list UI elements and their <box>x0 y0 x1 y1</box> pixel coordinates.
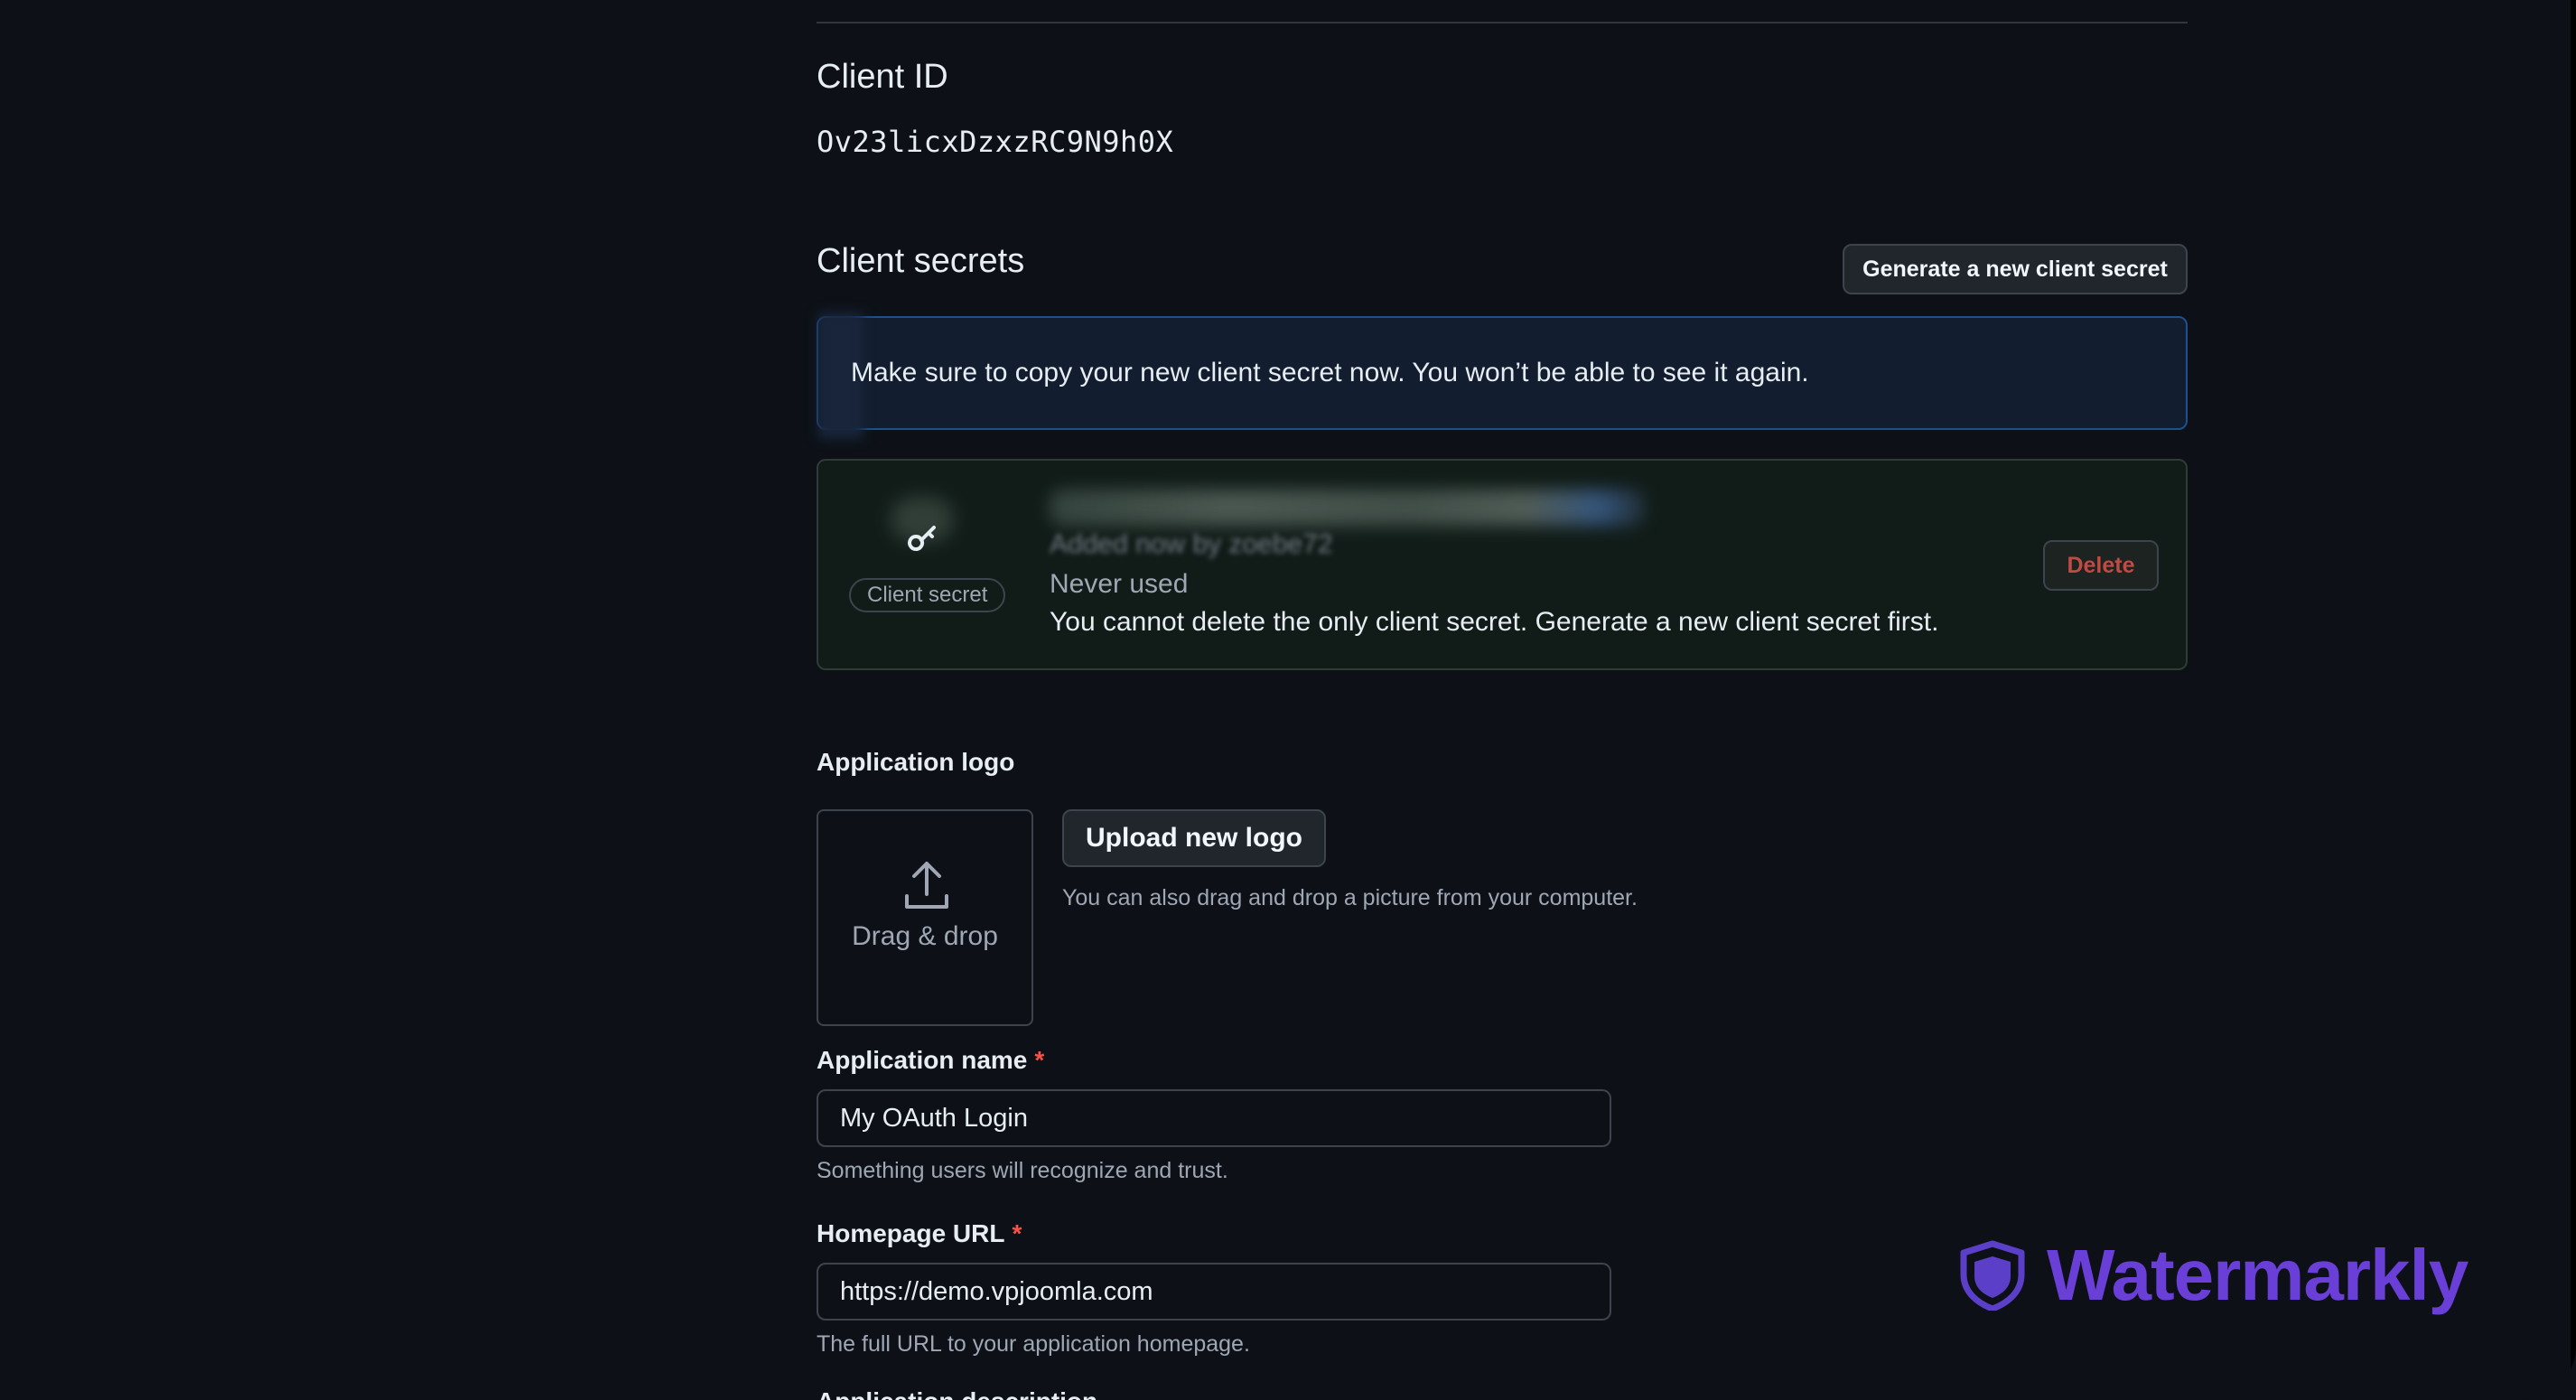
secret-usage: Never used <box>1050 569 1189 599</box>
application-name-label: Application name * <box>817 1046 1044 1075</box>
key-icon <box>908 526 936 551</box>
flash-message: Make sure to copy your new client secret… <box>851 358 1809 387</box>
window-edge <box>2571 0 2576 1400</box>
homepage-url-hint: The full URL to your application homepag… <box>817 1331 1250 1357</box>
homepage-url-label-text: Homepage URL <box>817 1219 1005 1247</box>
application-description-label: Application description <box>817 1387 1097 1400</box>
flash-notice: Make sure to copy your new client secret… <box>817 313 2188 439</box>
watermark-text: Watermarkly <box>2047 1235 2469 1315</box>
homepage-url-input[interactable] <box>817 1263 1611 1321</box>
application-logo-label: Application logo <box>817 748 1015 776</box>
section-divider <box>817 22 2188 23</box>
page: Client ID Ov23licxDzxzRC9N9h0X Client se… <box>0 0 2576 1400</box>
delete-secret-button[interactable]: Delete <box>2043 540 2159 591</box>
client-id-value[interactable]: Ov23licxDzxzRC9N9h0X <box>817 125 1173 159</box>
shield-icon <box>1960 1240 2025 1311</box>
application-name-hint: Something users will recognize and trust… <box>817 1158 1228 1183</box>
secret-delete-warning: You cannot delete the only client secret… <box>1050 607 1939 637</box>
upload-logo-hint: You can also drag and drop a picture fro… <box>1062 885 1638 910</box>
client-secret-badge: Client secret <box>849 578 1006 612</box>
upload-icon <box>905 862 948 909</box>
secret-value-redacted <box>1050 490 1646 526</box>
watermark: Watermarkly <box>1958 1234 2469 1317</box>
homepage-url-label: Homepage URL * <box>817 1219 1022 1248</box>
application-name-label-text: Application name <box>817 1046 1028 1074</box>
client-secret-entry: Client secret Added now by zoebe72 Never… <box>817 459 2188 670</box>
logo-drop-zone[interactable]: Drag & drop <box>817 809 1033 1026</box>
client-id-heading: Client ID <box>817 58 948 96</box>
upload-logo-button[interactable]: Upload new logo <box>1062 809 1326 867</box>
secret-added-text: Added now by zoebe72 <box>1050 529 1333 559</box>
client-secrets-heading: Client secrets <box>817 242 1025 280</box>
required-mark: * <box>1034 1046 1045 1074</box>
application-name-input[interactable] <box>817 1089 1611 1147</box>
required-mark: * <box>1012 1219 1022 1247</box>
generate-client-secret-button[interactable]: Generate a new client secret <box>1843 244 2188 294</box>
drop-zone-label: Drag & drop <box>852 921 998 951</box>
